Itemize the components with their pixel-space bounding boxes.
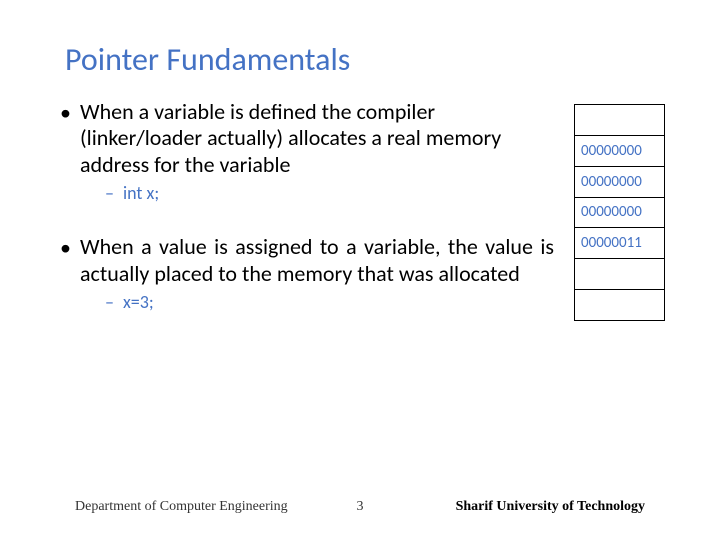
memory-table: 00000000 00000000 00000000 00000011	[574, 104, 665, 321]
memory-row	[575, 105, 665, 136]
sub-list-1: int x;	[105, 182, 554, 204]
memory-cell: 00000011	[575, 228, 665, 259]
memory-row: 00000000	[575, 197, 665, 228]
memory-cell: 00000000	[575, 166, 665, 197]
bullet-1-text: When a variable is defined the compiler …	[80, 99, 554, 178]
memory-cell	[575, 259, 665, 290]
memory-row: 00000000	[575, 135, 665, 166]
bullet-list: When a variable is defined the compiler …	[60, 99, 554, 204]
bullet-list-2: When a value is assigned to a variable, …	[60, 234, 554, 313]
bullet-2-text: When a value is assigned to a variable, …	[80, 234, 554, 287]
memory-cell: 00000000	[575, 135, 665, 166]
bullet-item-1: When a variable is defined the compiler …	[60, 99, 554, 204]
slide: Pointer Fundamentals When a variable is …	[0, 0, 720, 540]
bullet2-wrap: When a value is assigned to a variable, …	[50, 234, 554, 313]
memory-cell: 00000000	[575, 197, 665, 228]
memory-row	[575, 259, 665, 290]
slide-title: Pointer Fundamentals	[65, 40, 670, 79]
sub-item-2: x=3;	[105, 291, 554, 313]
sub-item-1: int x;	[105, 182, 554, 204]
sub-list-2: x=3;	[105, 291, 554, 313]
footer-department: Department of Computer Engineering	[75, 499, 288, 515]
memory-cell	[575, 290, 665, 321]
memory-cell	[575, 105, 665, 136]
footer-university: Sharif University of Technology	[456, 499, 645, 515]
content-wrap: When a variable is defined the compiler …	[50, 99, 670, 321]
text-area: When a variable is defined the compiler …	[50, 99, 554, 321]
memory-row	[575, 290, 665, 321]
memory-row: 00000011	[575, 228, 665, 259]
bullet-item-2: When a value is assigned to a variable, …	[60, 234, 554, 313]
footer-page-number: 3	[357, 499, 364, 515]
footer: Department of Computer Engineering 3 Sha…	[0, 499, 720, 515]
memory-row: 00000000	[575, 166, 665, 197]
